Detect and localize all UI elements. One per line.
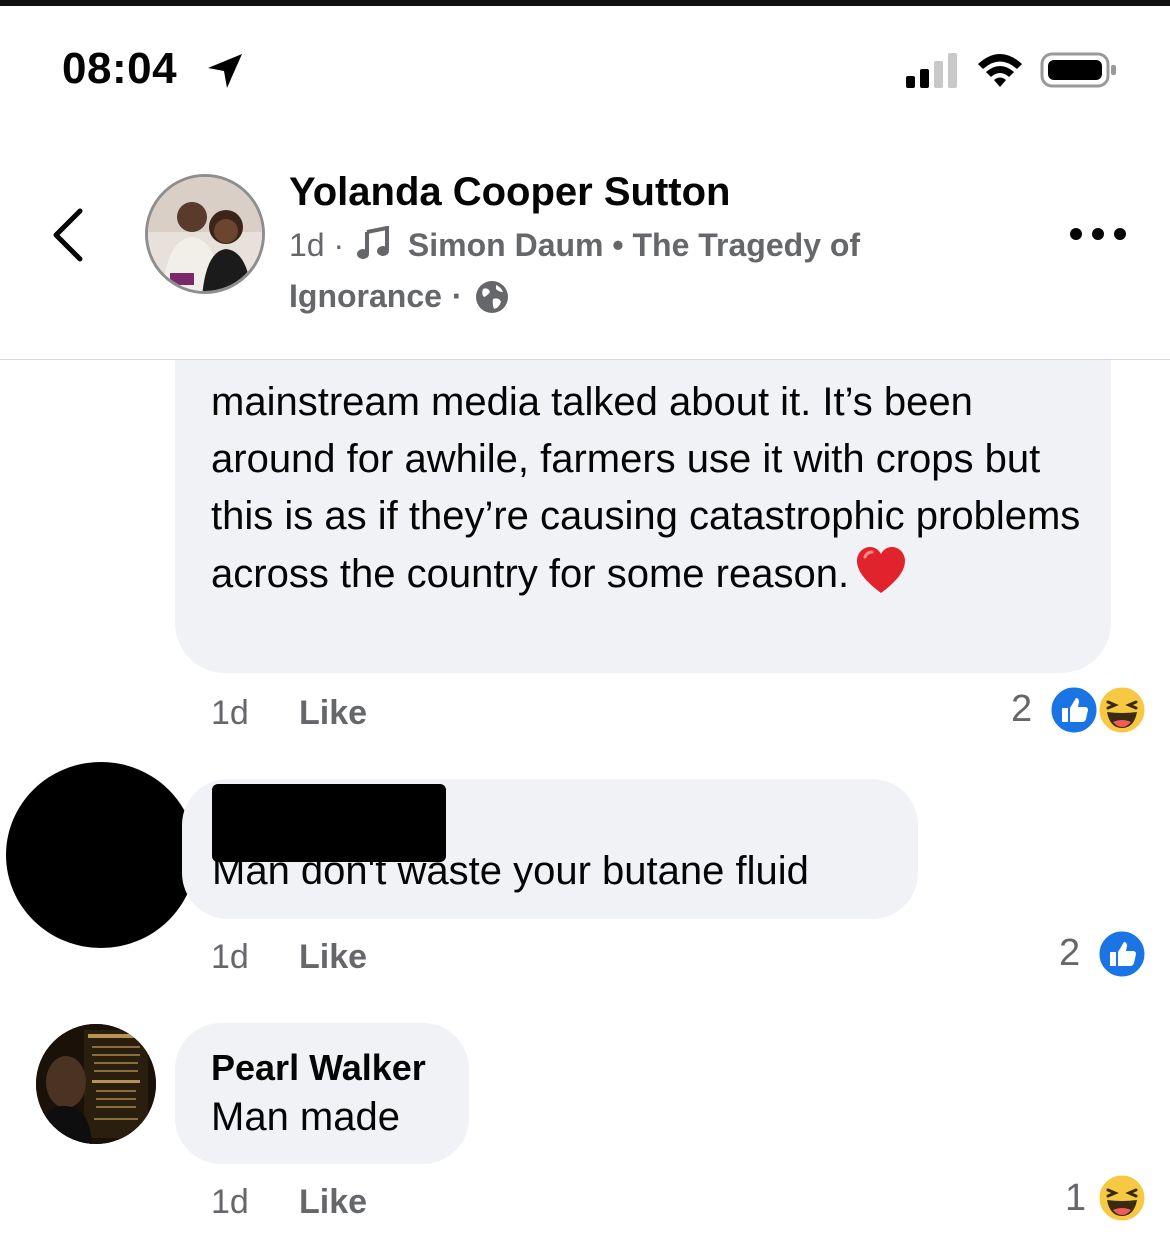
- reaction-count[interactable]: 2: [1011, 688, 1032, 731]
- comment-bubble[interactable]: Pearl Walker Man made: [175, 1023, 469, 1164]
- post-age: 1d: [289, 227, 325, 263]
- like-button[interactable]: Like: [299, 1183, 367, 1222]
- comment-bubble[interactable]: Man don't waste your butane fluid: [182, 779, 918, 919]
- comment-text-content: mainstream media talked about it. It’s b…: [211, 380, 1081, 596]
- pearl-walker-avatar[interactable]: [36, 1024, 156, 1144]
- battery-icon: [1040, 52, 1116, 88]
- music-note-icon: [357, 226, 390, 259]
- status-time: 08:04: [62, 44, 178, 93]
- globe-icon: [475, 280, 508, 313]
- like-button[interactable]: Like: [299, 938, 367, 977]
- music-title-continued[interactable]: Ignorance: [289, 278, 442, 315]
- red-heart-emoji-icon: [857, 547, 906, 593]
- post-meta-line: 1d · Simon Daum • The Tragedy of: [289, 226, 860, 264]
- reaction-count[interactable]: 1: [1065, 1177, 1086, 1220]
- wifi-icon: [978, 54, 1022, 87]
- back-chevron-icon[interactable]: [48, 205, 88, 265]
- music-artist[interactable]: Simon Daum: [408, 227, 604, 263]
- meta-separator: ·: [333, 227, 345, 263]
- music-separator: •: [612, 227, 624, 263]
- redacted-author-name: [212, 784, 446, 862]
- music-title[interactable]: The Tragedy of: [632, 227, 860, 263]
- reaction-count[interactable]: 2: [1059, 932, 1080, 975]
- more-options-icon[interactable]: [1068, 224, 1128, 244]
- like-reaction-icon[interactable]: [1048, 684, 1100, 736]
- comment-time: 1d: [211, 938, 249, 976]
- redacted-avatar[interactable]: [6, 762, 196, 948]
- comment-time: 1d: [211, 694, 249, 732]
- comment-text: Man made: [211, 1095, 400, 1139]
- location-arrow-icon: [208, 54, 242, 88]
- comment-author[interactable]: Pearl Walker: [211, 1047, 426, 1089]
- haha-reaction-icon[interactable]: [1096, 684, 1148, 736]
- top-rule: [0, 0, 1170, 6]
- meta-separator-2: ·: [451, 278, 463, 314]
- cellular-signal-icon: [906, 53, 957, 88]
- haha-reaction-icon[interactable]: [1096, 1172, 1148, 1224]
- like-reaction-icon[interactable]: [1096, 928, 1148, 980]
- comment-text: mainstream media talked about it. It’s b…: [211, 374, 1091, 603]
- post-header: Yolanda Cooper Sutton 1d · Simon Daum • …: [0, 150, 1170, 360]
- poster-avatar[interactable]: [145, 174, 265, 294]
- like-button[interactable]: Like: [299, 694, 367, 733]
- comment-time: 1d: [211, 1183, 249, 1221]
- poster-name[interactable]: Yolanda Cooper Sutton: [289, 170, 730, 215]
- post-meta-line-2: Ignorance ·: [289, 278, 509, 315]
